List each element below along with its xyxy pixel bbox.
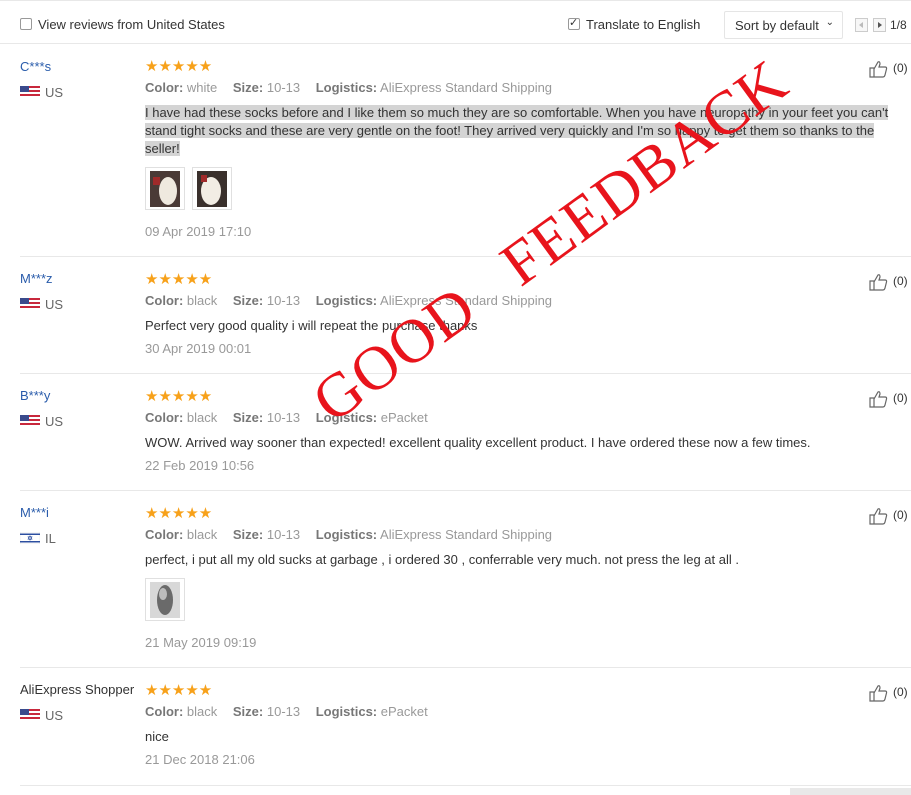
chevron-down-icon: ⌄: [825, 17, 834, 28]
review-toolbar: View reviews from United States Translat…: [0, 0, 911, 44]
review-photo[interactable]: [192, 167, 232, 210]
sort-label: Sort by default: [735, 18, 819, 33]
review-attributes: Color: black Size: 10-13 Logistics: ePac…: [145, 704, 428, 719]
review-date: 21 Dec 2018 21:06: [145, 752, 255, 767]
thumbs-up-icon: [869, 391, 888, 408]
translate-checkbox[interactable]: [568, 16, 580, 30]
review-date: 09 Apr 2019 17:10: [145, 224, 252, 239]
reviewer-name[interactable]: B***y: [20, 388, 50, 403]
rating-stars: ★★★★★: [145, 387, 213, 405]
thumbs-up-icon: [869, 685, 888, 702]
view-reviews-checkbox[interactable]: [20, 18, 32, 30]
review-text: nice: [145, 729, 169, 744]
review-text: perfect, i put all my old sucks at garba…: [145, 552, 739, 567]
us-flag-icon: [20, 298, 40, 310]
rating-stars: ★★★★★: [145, 681, 213, 699]
thumbs-up-icon: [869, 508, 888, 525]
rating-stars: ★★★★★: [145, 504, 213, 522]
rating-stars: ★★★★★: [145, 57, 213, 75]
reviewer-name[interactable]: AliExpress Shopper: [20, 682, 134, 697]
view-reviews-label[interactable]: View reviews from United States: [38, 17, 225, 32]
page-indicator: 1/8: [890, 18, 907, 32]
us-flag-icon: [20, 709, 40, 721]
review-attributes: Color: white Size: 10-13 Logistics: AliE…: [145, 80, 553, 95]
review-date: 22 Feb 2019 10:56: [145, 458, 255, 473]
review-item: AliExpress Shopper US ★★★★★ Color: black…: [0, 668, 911, 786]
review-item: B***y US ★★★★★ Color: black Size: 10-13 …: [0, 374, 911, 491]
review-date: 21 May 2019 09:19: [145, 635, 257, 650]
reviewer-name[interactable]: M***z: [20, 271, 53, 286]
review-attributes: Color: black Size: 10-13 Logistics: ePac…: [145, 410, 428, 425]
review-photo[interactable]: [145, 167, 185, 210]
translate-label[interactable]: Translate to English: [586, 17, 700, 32]
rating-stars: ★★★★★: [145, 270, 213, 288]
review-text: I have had these socks before and I like…: [145, 105, 889, 156]
review-item: M***i IL ★★★★★ Color: black Size: 10-13 …: [0, 491, 911, 668]
review-text: WOW. Arrived way sooner than expected! e…: [145, 435, 811, 450]
thumbs-up-icon: [869, 61, 888, 78]
prev-page-button[interactable]: [855, 18, 868, 32]
reviewer-name[interactable]: M***i: [20, 505, 49, 520]
review-text: Perfect very good quality i will repeat …: [145, 318, 478, 333]
us-flag-icon: [20, 415, 40, 427]
next-page-button[interactable]: [873, 18, 886, 32]
review-date: 30 Apr 2019 00:01: [145, 341, 252, 356]
il-flag-icon: [20, 532, 40, 544]
thumbs-up-icon: [869, 274, 888, 291]
us-flag-icon: [20, 86, 40, 98]
sort-dropdown[interactable]: Sort by default ⌄: [724, 11, 843, 39]
reviewer-name[interactable]: C***s: [20, 59, 51, 74]
review-photo[interactable]: [145, 578, 185, 621]
review-attributes: Color: black Size: 10-13 Logistics: AliE…: [145, 527, 553, 542]
bottom-bar: [790, 788, 911, 795]
